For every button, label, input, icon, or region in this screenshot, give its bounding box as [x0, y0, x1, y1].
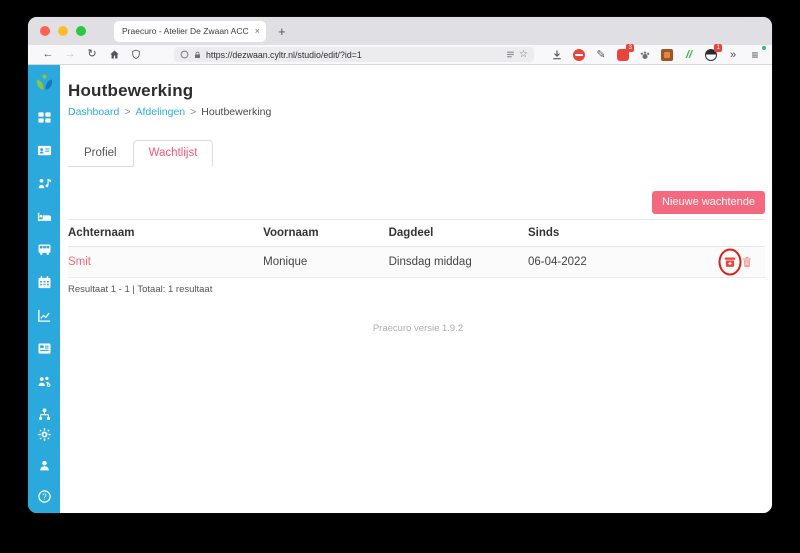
sidebar-item-calendar[interactable]: [37, 275, 52, 295]
sidebar-item-hierarchy[interactable]: [37, 407, 52, 427]
help-icon[interactable]: ?: [37, 489, 52, 509]
tab-profiel[interactable]: Profiel: [68, 140, 133, 166]
lock-icon: [193, 50, 202, 60]
breadcrumb-current: Houtbewerking: [201, 106, 272, 118]
url-text[interactable]: https://dezwaan.cyltr.nl/studio/edit/?id…: [206, 50, 502, 60]
column-actions: [721, 219, 765, 248]
voornaam-cell: Monique: [263, 246, 389, 279]
sidebar-item-groups[interactable]: [37, 374, 52, 394]
sidebar-item-dashboard[interactable]: [37, 110, 52, 130]
sidebar-item-card[interactable]: [37, 341, 52, 361]
column-sinds: Sinds: [528, 219, 721, 248]
minimize-window-button[interactable]: [58, 26, 68, 36]
window-controls: [28, 26, 96, 36]
tab-close-icon[interactable]: ×: [251, 26, 260, 36]
scripts-badge: 1: [714, 43, 722, 52]
profile-user-icon[interactable]: [37, 458, 52, 478]
extension-badge: 3: [626, 43, 634, 52]
sinds-cell: 06-04-2022: [528, 246, 721, 279]
main-panel: Houtbewerking Dashboard > Afdelingen > H…: [60, 65, 772, 513]
table-header-row: Achternaam Voornaam Dagdeel Sinds: [68, 219, 765, 248]
waitlist-table: Achternaam Voornaam Dagdeel Sinds Smit M…: [68, 219, 765, 279]
tracking-shield-icon[interactable]: [180, 50, 189, 59]
column-voornaam: Voornaam: [263, 219, 389, 248]
browser-window: Praecuro - Atelier De Zwaan ACC | A × + …: [28, 17, 772, 513]
achternaam-link[interactable]: Smit: [68, 256, 91, 268]
sidebar-nav: [37, 110, 52, 427]
screenshot-stage: Praecuro - Atelier De Zwaan ACC | A × + …: [0, 0, 800, 553]
maximize-window-button[interactable]: [76, 26, 86, 36]
row-actions: [718, 248, 757, 276]
result-count: Resultaat 1 - 1 | Totaal: 1 resultaat: [68, 284, 213, 296]
adblock-icon[interactable]: [572, 48, 586, 62]
slashes-extension-icon[interactable]: //: [682, 48, 696, 62]
svg-text:?: ?: [42, 492, 47, 501]
browser-tab-title: Praecuro - Atelier De Zwaan ACC | A: [122, 26, 251, 36]
close-window-button[interactable]: [40, 26, 50, 36]
app-sidebar: ?: [28, 65, 60, 513]
overflow-chevron-icon[interactable]: »: [726, 48, 740, 62]
praecuro-logo-icon[interactable]: [34, 72, 55, 98]
bookmark-star-icon[interactable]: ☆: [519, 49, 528, 60]
action-row: Nieuwe wachtende: [68, 191, 768, 215]
breadcrumb-separator: >: [124, 106, 131, 118]
settings-gear-icon[interactable]: [37, 427, 52, 447]
tab-strip: Profiel Wachtlijst: [68, 140, 214, 167]
download-icon[interactable]: [550, 48, 564, 62]
back-icon[interactable]: ←: [38, 49, 58, 60]
breadcrumb: Dashboard > Afdelingen > Houtbewerking: [68, 106, 768, 118]
page-title: Houtbewerking: [68, 81, 194, 100]
menu-glyph: ≡: [751, 47, 759, 62]
breadcrumb-separator: >: [190, 106, 197, 118]
sidebar-item-transport[interactable]: [37, 242, 52, 262]
update-dot: [762, 45, 766, 50]
paw-icon[interactable]: [638, 48, 652, 62]
browser-titlebar: Praecuro - Atelier De Zwaan ACC | A × +: [28, 17, 772, 45]
eyedropper-icon[interactable]: ✎: [594, 48, 608, 62]
orange-extension-icon[interactable]: [660, 48, 674, 62]
sidebar-item-reports[interactable]: [37, 308, 52, 328]
app-content: ? Houtbewerking Dashboard > Afdelingen >…: [28, 65, 772, 513]
move-wachtende-icon[interactable]: [718, 248, 742, 276]
version-footer: Praecuro versie 1.9.2: [372, 323, 464, 335]
breadcrumb-dashboard[interactable]: Dashboard: [68, 106, 119, 118]
browser-navbar: ← → ↻ https://dezwaan.cyltr.nl/studio/ed…: [28, 43, 772, 65]
extension-red-square-icon[interactable]: 3: [616, 43, 634, 62]
url-bar[interactable]: https://dezwaan.cyltr.nl/studio/edit/?id…: [174, 47, 534, 62]
tab-wachtlijst[interactable]: Wachtlijst: [132, 140, 214, 167]
breadcrumb-afdelingen[interactable]: Afdelingen: [136, 106, 186, 118]
shield-icon[interactable]: [126, 49, 146, 60]
new-wachtende-button[interactable]: Nieuwe wachtende: [652, 191, 765, 215]
browser-tab[interactable]: Praecuro - Atelier De Zwaan ACC | A ×: [114, 20, 266, 42]
extension-toolbar: ✎ 3 // 1 » ≡: [550, 43, 766, 62]
pokeball-icon[interactable]: 1: [704, 43, 722, 62]
forward-icon[interactable]: →: [60, 49, 80, 60]
home-icon[interactable]: [104, 49, 124, 60]
new-tab-button[interactable]: +: [278, 25, 286, 38]
reload-icon[interactable]: ↻: [82, 49, 102, 60]
column-dagdeel: Dagdeel: [388, 219, 528, 248]
reader-mode-icon[interactable]: [506, 50, 515, 59]
sidebar-item-care[interactable]: [37, 209, 52, 229]
table-row: Smit Monique Dinsdag middag 06-04-2022: [68, 246, 765, 279]
column-achternaam: Achternaam: [68, 219, 264, 248]
menu-icon[interactable]: ≡: [748, 45, 766, 62]
sidebar-bottom: ?: [37, 427, 52, 513]
sidebar-item-activities[interactable]: [37, 176, 52, 196]
dagdeel-cell: Dinsdag middag: [388, 246, 528, 279]
sidebar-item-clients[interactable]: [37, 143, 52, 163]
delete-trash-icon[interactable]: [741, 256, 753, 268]
